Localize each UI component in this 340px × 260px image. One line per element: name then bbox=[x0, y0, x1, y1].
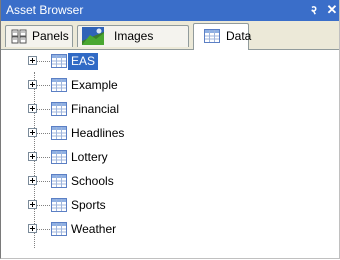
tree-node-label[interactable]: Headlines bbox=[68, 125, 127, 142]
tree-node-weather[interactable]: Weather bbox=[1, 218, 339, 241]
data-table-icon bbox=[51, 78, 67, 92]
tree-connector bbox=[36, 85, 50, 86]
tree-node-schools[interactable]: Schools bbox=[1, 170, 339, 193]
tree-node-lottery[interactable]: Lottery bbox=[1, 146, 339, 169]
tab-images[interactable]: Images bbox=[77, 25, 189, 47]
images-icon bbox=[82, 27, 104, 45]
tree-node-sports[interactable]: Sports bbox=[1, 194, 339, 217]
data-table-icon bbox=[51, 174, 67, 188]
tree-node-example[interactable]: Example bbox=[1, 74, 339, 97]
tree-node-headlines[interactable]: Headlines bbox=[1, 122, 339, 145]
tree-connector bbox=[36, 61, 50, 62]
panels-icon bbox=[11, 29, 27, 44]
data-table-icon bbox=[51, 54, 67, 68]
tab-panels-label: Panels bbox=[32, 29, 69, 43]
tab-images-label: Images bbox=[114, 29, 154, 43]
tree-node-label[interactable]: Example bbox=[68, 77, 121, 94]
data-table-icon bbox=[51, 150, 67, 164]
tree-node-label[interactable]: Weather bbox=[68, 221, 119, 238]
tab-data-label: Data bbox=[226, 29, 252, 43]
tab-data[interactable]: Data bbox=[193, 23, 252, 50]
expand-icon[interactable] bbox=[28, 56, 37, 65]
asset-browser-panel: Asset Browser २ ✕ Panels Images Data EAS… bbox=[0, 0, 340, 259]
expand-icon[interactable] bbox=[28, 152, 37, 161]
tree-node-financial[interactable]: Financial bbox=[1, 98, 339, 121]
tree-connector bbox=[36, 133, 50, 134]
tree-connector bbox=[36, 157, 50, 158]
data-tree: EAS Example Financial Headlines Lottery … bbox=[1, 50, 339, 258]
expand-icon[interactable] bbox=[28, 200, 37, 209]
tab-panels[interactable]: Panels bbox=[5, 25, 73, 47]
tree-node-label[interactable]: Schools bbox=[68, 173, 117, 190]
tree-node-label[interactable]: EAS bbox=[68, 53, 99, 70]
tree-node-label[interactable]: Sports bbox=[68, 197, 109, 214]
tree-connector bbox=[36, 109, 50, 110]
close-icon[interactable]: ✕ bbox=[325, 1, 339, 19]
title-bar[interactable]: Asset Browser २ ✕ bbox=[1, 0, 339, 21]
tree-node-eas[interactable]: EAS bbox=[1, 50, 339, 73]
data-table-icon bbox=[51, 198, 67, 212]
data-table-icon bbox=[51, 222, 67, 236]
pin-icon[interactable]: २ bbox=[307, 1, 321, 19]
panel-title: Asset Browser bbox=[6, 3, 84, 17]
expand-icon[interactable] bbox=[28, 176, 37, 185]
expand-icon[interactable] bbox=[28, 80, 37, 89]
data-table-icon bbox=[204, 29, 220, 44]
tree-connector bbox=[36, 229, 50, 230]
expand-icon[interactable] bbox=[28, 128, 37, 137]
tree-node-label[interactable]: Lottery bbox=[68, 149, 111, 166]
tree-node-label[interactable]: Financial bbox=[68, 101, 122, 118]
tab-strip: Panels Images Data bbox=[1, 21, 339, 50]
expand-icon[interactable] bbox=[28, 224, 37, 233]
data-table-icon bbox=[51, 126, 67, 140]
data-table-icon bbox=[51, 102, 67, 116]
expand-icon[interactable] bbox=[28, 104, 37, 113]
tree-connector bbox=[36, 181, 50, 182]
tree-connector bbox=[36, 205, 50, 206]
